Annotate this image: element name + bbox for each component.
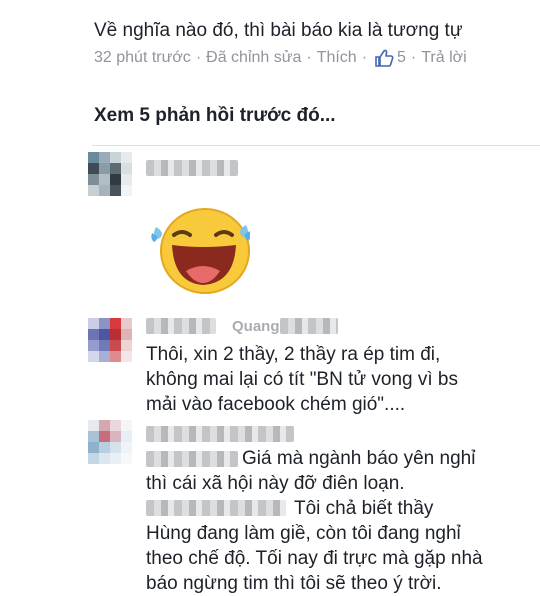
meta-separator: · bbox=[361, 49, 368, 66]
view-previous-replies[interactable]: Xem 5 phản hồi trước đó... bbox=[94, 105, 336, 127]
divider bbox=[92, 145, 540, 146]
avatar[interactable] bbox=[88, 318, 132, 362]
reply-text-line: thì cái xã hội này đỡ điên loạn. bbox=[146, 473, 405, 494]
thumbs-up-icon[interactable] bbox=[374, 49, 394, 67]
reply-text-line: theo chế độ. Tối nay đi trực mà gặp nhà bbox=[146, 548, 483, 569]
meta-separator: · bbox=[195, 49, 202, 66]
top-comment: Về nghĩa nào đó, thì bài báo kia là tươn… bbox=[94, 18, 534, 68]
reply-text-line: Hùng đang làm giề, còn tôi đang nghỉ bbox=[146, 523, 461, 544]
reply-text-line: Giá mà ngành báo yên nghỉ bbox=[242, 448, 476, 469]
comment-time[interactable]: 32 phút trước bbox=[94, 48, 191, 68]
reply-item: Quang Thôi, xin 2 thầy, 2 thầy ra ép tim… bbox=[88, 318, 540, 418]
author-name-redacted[interactable] bbox=[146, 318, 216, 334]
reply-text-line: Tôi chả biết thầy bbox=[294, 498, 434, 519]
author-name-redacted[interactable] bbox=[146, 160, 238, 176]
laughing-tears-emoji-icon bbox=[150, 205, 251, 295]
like-count: 5 bbox=[397, 49, 406, 66]
avatar[interactable] bbox=[88, 152, 132, 196]
reply-text-line: báo ngừng tim thì tôi sẽ theo ý trời. bbox=[146, 573, 442, 594]
tagged-name-redacted[interactable] bbox=[146, 451, 238, 467]
avatar[interactable] bbox=[88, 420, 132, 464]
author-name-redacted bbox=[280, 318, 338, 334]
reply-text-line: Thôi, xin 2 thầy, 2 thầy ra ép tim đi, bbox=[146, 344, 441, 365]
reply-link[interactable]: Trả lời bbox=[421, 48, 466, 68]
reply-item: Giá mà ngành báo yên nghỉ thì cái xã hội… bbox=[88, 420, 540, 594]
author-name-partial[interactable]: Quang bbox=[232, 314, 280, 339]
tagged-name-redacted[interactable] bbox=[146, 500, 286, 516]
edited-label[interactable]: Đã chỉnh sửa bbox=[206, 48, 301, 68]
like-link[interactable]: Thích bbox=[317, 48, 357, 68]
meta-separator: · bbox=[410, 49, 417, 66]
meta-separator: · bbox=[306, 49, 312, 66]
comment-meta: 32 phút trước · Đã chỉnh sửa · Thích · 5… bbox=[94, 48, 534, 68]
comment-text: Về nghĩa nào đó, thì bài báo kia là tươn… bbox=[94, 20, 463, 41]
reply-text-line: không mai lại có tít "BN tử vong vì bs bbox=[146, 369, 458, 390]
author-name-redacted[interactable] bbox=[146, 426, 294, 442]
reply-text-line: mải vào facebook chém gió".... bbox=[146, 394, 406, 415]
